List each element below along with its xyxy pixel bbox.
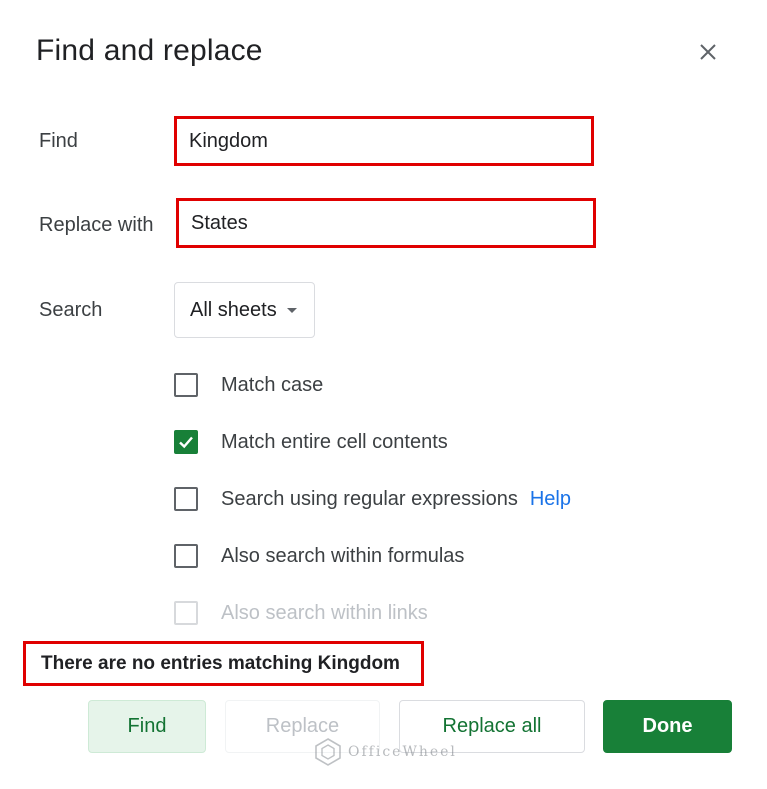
option-match-case: Match case bbox=[174, 370, 323, 400]
match-entire-cell-label: Match entire cell contents bbox=[221, 430, 448, 453]
status-message: There are no entries matching Kingdom bbox=[23, 641, 424, 686]
chevron-down-icon bbox=[286, 307, 297, 313]
watermark-logo-icon bbox=[315, 738, 341, 766]
find-input[interactable] bbox=[177, 119, 591, 163]
replace-input[interactable] bbox=[179, 201, 593, 245]
regex-label: Search using regular expressions bbox=[221, 487, 518, 510]
replace-label: Replace with bbox=[39, 214, 154, 236]
close-button[interactable] bbox=[690, 34, 726, 70]
find-button[interactable]: Find bbox=[88, 700, 206, 753]
find-field bbox=[174, 116, 594, 166]
watermark: OfficeWheel bbox=[314, 736, 457, 768]
search-scope-value: All sheets bbox=[190, 298, 277, 321]
links-label: Also search within links bbox=[221, 601, 428, 624]
find-replace-dialog: Find and replace Find Replace with Searc… bbox=[0, 0, 767, 789]
formulas-checkbox[interactable] bbox=[174, 544, 198, 568]
option-regex: Search using regular expressions Help bbox=[174, 484, 571, 514]
regex-checkbox[interactable] bbox=[174, 487, 198, 511]
option-formulas: Also search within formulas bbox=[174, 541, 464, 571]
option-links: Also search within links bbox=[174, 598, 428, 628]
dialog-title: Find and replace bbox=[36, 34, 263, 67]
match-case-checkbox[interactable] bbox=[174, 373, 198, 397]
match-case-label: Match case bbox=[221, 373, 324, 396]
close-icon bbox=[700, 44, 716, 60]
checkmark-icon bbox=[179, 436, 193, 449]
links-checkbox bbox=[174, 601, 198, 625]
watermark-text: OfficeWheel bbox=[348, 744, 457, 760]
match-entire-cell-checkbox[interactable] bbox=[174, 430, 198, 454]
help-link[interactable]: Help bbox=[530, 488, 571, 511]
search-scope-dropdown[interactable]: All sheets bbox=[174, 282, 315, 338]
formulas-label: Also search within formulas bbox=[221, 544, 465, 567]
done-button[interactable]: Done bbox=[603, 700, 732, 753]
replace-field bbox=[176, 198, 596, 248]
search-label: Search bbox=[39, 299, 103, 321]
option-match-entire-cell: Match entire cell contents bbox=[174, 427, 448, 457]
find-label: Find bbox=[39, 130, 78, 152]
